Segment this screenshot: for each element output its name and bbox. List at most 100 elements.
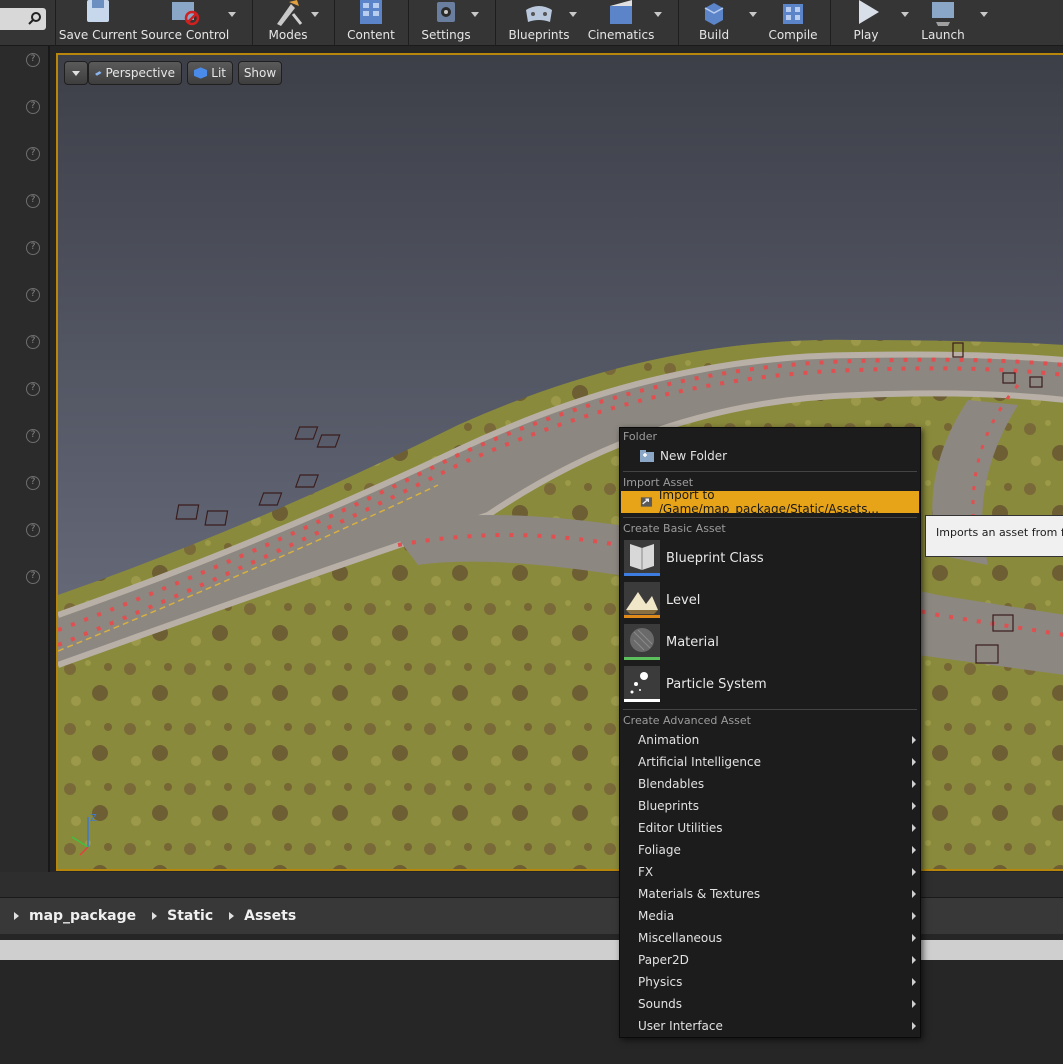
submenu-arrow-icon (912, 1000, 916, 1008)
settings-button[interactable]: Settings (420, 0, 472, 46)
create-advanced-asset-heading: Create Advanced Asset (623, 714, 751, 727)
play-button[interactable]: Play (844, 0, 888, 46)
submenu-user-interface[interactable]: User Interface (621, 1015, 919, 1037)
help-icon[interactable]: ? (26, 429, 40, 443)
show-button[interactable]: Show (238, 61, 282, 85)
new-folder-menu-item[interactable]: New Folder (621, 445, 919, 467)
help-icon[interactable]: ? (26, 476, 40, 490)
create-basic-asset-heading: Create Basic Asset (623, 522, 726, 535)
help-icon[interactable]: ? (26, 53, 40, 67)
help-icon[interactable]: ? (26, 335, 40, 349)
submenu-arrow-icon (912, 780, 916, 788)
submenu-arrow-icon (912, 956, 916, 964)
submenu-media[interactable]: Media (621, 905, 919, 927)
perspective-label: Perspective (105, 66, 176, 80)
submenu-artificial-intelligence[interactable]: Artificial Intelligence (621, 751, 919, 773)
submenu-sounds[interactable]: Sounds (621, 993, 919, 1015)
breadcrumb-item-static[interactable]: Static (167, 908, 213, 924)
launch-dropdown-arrow[interactable] (980, 12, 988, 17)
play-label: Play (853, 28, 879, 42)
submenu-arrow-icon (912, 1022, 916, 1030)
breadcrumb-item-map-package[interactable]: map_package (29, 908, 136, 924)
submenu-miscellaneous[interactable]: Miscellaneous (621, 927, 919, 949)
cinematics-label: Cinematics (587, 28, 655, 42)
save-current-button[interactable]: Save Current (59, 0, 137, 46)
material-label: Material (666, 634, 719, 650)
blueprints-button[interactable]: Blueprints (508, 0, 570, 46)
submenu-label: Paper2D (638, 953, 689, 967)
help-icon[interactable]: ? (26, 194, 40, 208)
blueprint-class-icon (624, 540, 660, 576)
submenu-label: Blueprints (638, 799, 700, 813)
submenu-paper2d[interactable]: Paper2D (621, 949, 919, 971)
perspective-button[interactable]: Perspective (88, 61, 182, 85)
compile-label: Compile (768, 28, 818, 42)
search-input[interactable] (0, 8, 46, 30)
modes-button[interactable]: Modes (266, 0, 310, 46)
help-icon[interactable]: ? (26, 241, 40, 255)
modes-dropdown-arrow[interactable] (311, 12, 319, 17)
content-button[interactable]: Content (346, 0, 396, 46)
submenu-physics[interactable]: Physics (621, 971, 919, 993)
submenu-editor-utilities[interactable]: Editor Utilities (621, 817, 919, 839)
breadcrumb-item-assets[interactable]: Assets (244, 908, 296, 924)
submenu-label: User Interface (638, 1019, 723, 1033)
main-toolbar: Save Current Source Control Modes Conten… (0, 0, 1063, 46)
lit-button[interactable]: Lit (187, 61, 233, 85)
level-label: Level (666, 592, 701, 608)
particle-system-menu-item[interactable]: Particle System (621, 664, 919, 704)
settings-dropdown-arrow[interactable] (471, 12, 479, 17)
help-icon[interactable]: ? (26, 147, 40, 161)
submenu-label: Media (638, 909, 675, 923)
viewport-options-button[interactable] (64, 61, 88, 85)
submenu-foliage[interactable]: Foliage (621, 839, 919, 861)
modes-icon (277, 0, 303, 26)
menu-divider (623, 709, 917, 710)
source-control-label: Source Control (140, 28, 230, 42)
submenu-blueprints[interactable]: Blueprints (621, 795, 919, 817)
breadcrumb-arrow-icon[interactable] (229, 912, 235, 920)
toolbar-separator (495, 0, 496, 46)
help-icon[interactable]: ? (26, 523, 40, 537)
submenu-label: Blendables (638, 777, 705, 791)
submenu-fx[interactable]: FX (621, 861, 919, 883)
submenu-arrow-icon (912, 868, 916, 876)
breadcrumb-arrow-icon[interactable] (152, 912, 158, 920)
launch-button[interactable]: Launch (920, 0, 966, 46)
submenu-blendables[interactable]: Blendables (621, 773, 919, 795)
help-icon[interactable]: ? (26, 570, 40, 584)
submenu-arrow-icon (912, 758, 916, 766)
content-context-menu: Folder New Folder Import Asset Import to… (619, 427, 921, 1038)
help-icon[interactable]: ? (26, 382, 40, 396)
level-menu-item[interactable]: Level (621, 580, 919, 620)
help-icon[interactable]: ? (26, 288, 40, 302)
import-asset-menu-item[interactable]: Import to /Game/map_package/Static/Asset… (621, 488, 919, 516)
chevron-down-icon (72, 70, 80, 76)
play-dropdown-arrow[interactable] (901, 12, 909, 17)
material-menu-item[interactable]: Material (621, 622, 919, 662)
compile-icon (783, 4, 803, 24)
submenu-materials-textures[interactable]: Materials & Textures (621, 883, 919, 905)
submenu-label: Editor Utilities (638, 821, 723, 835)
compile-button[interactable]: Compile (766, 0, 820, 46)
submenu-animation[interactable]: Animation (621, 729, 919, 751)
submenu-arrow-icon (912, 846, 916, 854)
settings-label: Settings (421, 28, 471, 42)
blueprint-class-menu-item[interactable]: Blueprint Class (621, 538, 919, 578)
source-control-dropdown-arrow[interactable] (228, 12, 236, 17)
cinematics-button[interactable]: Cinematics (588, 0, 654, 46)
build-dropdown-arrow[interactable] (749, 12, 757, 17)
submenu-label: Sounds (638, 997, 683, 1011)
content-icon (360, 0, 382, 24)
blueprints-dropdown-arrow[interactable] (569, 12, 577, 17)
source-control-icon (172, 2, 200, 26)
source-control-button[interactable]: Source Control (140, 0, 230, 46)
breadcrumb-arrow-icon[interactable] (14, 912, 19, 920)
launch-label: Launch (921, 28, 965, 42)
cinematics-dropdown-arrow[interactable] (654, 12, 662, 17)
submenu-arrow-icon (912, 934, 916, 942)
import-asset-label: Import to /Game/map_package/Static/Asset… (658, 488, 879, 516)
blueprints-icon (526, 6, 552, 22)
build-button[interactable]: Build (693, 0, 735, 46)
help-icon[interactable]: ? (26, 100, 40, 114)
